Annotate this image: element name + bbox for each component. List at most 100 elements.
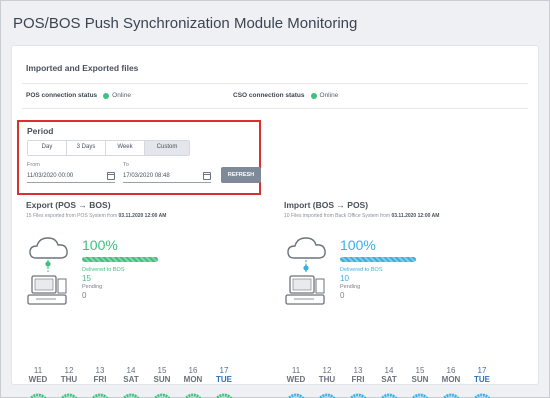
day-progress-ring: 100% [213,393,235,398]
export-percent: 100% [82,237,118,253]
day-label: 17 TUE [470,367,494,385]
day-label: 16 MON [181,367,205,385]
day-of-week: MON [441,375,461,384]
export-delivered-value: 15 [82,274,91,283]
period-option-day[interactable]: Day [28,141,67,155]
pos-terminal-icon [27,237,68,305]
export-pending-value: 0 [82,291,87,300]
day-percent: 100% [316,393,338,398]
pos-terminal-icon [285,237,326,305]
day-of-week: FRI [93,375,107,384]
to-label: To [123,162,129,168]
day-percent: 100% [285,393,307,398]
day-of-week: SAT [123,375,139,384]
day-progress-ring: 100% [182,393,204,398]
import-progress-bar [340,257,416,262]
day-percent: 100% [151,393,173,398]
day-label: 13 FRI [88,366,112,385]
day-percent: 100% [182,393,204,398]
export-title: Export (POS → BOS) [26,200,111,210]
from-date-input[interactable]: 11/03/2020 00:00 [27,171,115,183]
pos-connection-status: POS connection status Online [26,92,131,99]
day-percent: 100% [471,393,493,398]
day-progress-ring: 100% [378,393,400,398]
day-number: 17 [219,366,229,375]
to-date-input[interactable]: 17/03/2020 08:48 [123,171,211,183]
day-label: 12 THU [315,366,339,385]
page-title: POS/BOS Push Synchronization Module Moni… [13,15,358,32]
import-section: Import (BOS → POS) 10 Files imported fro… [284,200,542,398]
import-pending-label: Pending [340,284,361,290]
period-segmented-control: Day 3 Days Week Custom [27,140,190,156]
day-of-week: TUE [216,375,232,384]
import-subtitle: 10 Files imported from Back Office Syste… [284,213,542,219]
day-label: 17 TUE [212,366,236,385]
day-percent: 100% [27,393,49,398]
day-progress-ring: 100% [89,393,111,398]
day-of-week: SUN [153,375,171,384]
period-option-week[interactable]: Week [106,141,145,155]
day-number: 13 [95,366,105,375]
calendar-icon[interactable] [107,172,115,180]
day-of-week: TUE [474,375,490,384]
day-label: 15 SUN [408,366,432,385]
from-label: From [27,162,40,168]
day-number: 11 [291,366,301,375]
cso-connection-status: CSO connection status Online [233,92,338,99]
day-number: 11 [33,366,43,375]
status-dot-icon [310,92,317,99]
day-percent: 100% [347,393,369,398]
day-number: 13 [353,366,363,375]
day-label: 14 SAT [377,366,401,385]
day-label: 12 THU [57,366,81,385]
day-label: 16 MON [439,366,463,385]
pos-connection-value: Online [112,92,131,99]
export-delivered-label: Delivered to BOS [82,267,125,273]
day-label: 11 WED [284,366,308,385]
day-percent: 100% [89,393,111,398]
import-subtitle-date: 03.11.2020 12:00 AM [391,213,440,219]
refresh-button[interactable]: REFRESH [221,167,261,183]
day-progress-ring: 100% [151,393,173,398]
import-subtitle-text: 10 Files imported from Back Office Syste… [284,213,392,219]
calendar-icon[interactable] [203,172,211,180]
day-label: 11 WED [26,366,50,385]
day-of-week: WED [286,375,306,384]
day-progress-ring: 100% [58,393,80,398]
day-label: 14 SAT [119,366,143,385]
export-pending-label: Pending [82,284,103,290]
day-label: 13 FRI [346,366,370,385]
import-percent: 100% [340,237,376,253]
day-of-week: FRI [351,375,365,384]
export-section: Export (POS → BOS) 15 Files exported fro… [26,200,284,398]
period-option-custom[interactable]: Custom [145,141,189,155]
day-number: 14 [384,366,394,375]
files-section-title: Imported and Exported files [26,63,139,73]
day-number: 15 [415,366,425,375]
day-number: 14 [126,366,136,375]
day-of-week: THU [318,375,336,384]
export-subtitle-date: 03.11.2020 12:00 AM [118,213,167,219]
pos-connection-label: POS connection status [26,92,98,99]
day-progress-ring: 100% [120,393,142,398]
period-option-3-days[interactable]: 3 Days [67,141,106,155]
day-progress-ring: 100% [440,393,462,398]
day-number: 15 [157,366,167,375]
status-dot-icon [103,92,110,99]
period-title: Period [27,126,54,136]
day-percent: 100% [213,393,235,398]
export-progress-bar [82,257,158,262]
to-date-value: 17/03/2020 08:48 [123,173,170,179]
day-progress-ring: 100% [471,393,493,398]
monitoring-card: Imported and Exported files POS connecti… [11,45,542,398]
day-percent: 100% [378,393,400,398]
import-delivered-label: Delivered to BOS [340,267,383,273]
day-number: 12 [322,366,332,375]
day-percent: 100% [58,393,80,398]
day-percent: 100% [440,393,462,398]
day-number: 12 [64,366,74,375]
from-date-value: 11/03/2020 00:00 [27,173,74,179]
day-of-week: MON [183,375,203,384]
day-label: 15 SUN [150,366,174,385]
day-number: 16 [446,366,456,375]
